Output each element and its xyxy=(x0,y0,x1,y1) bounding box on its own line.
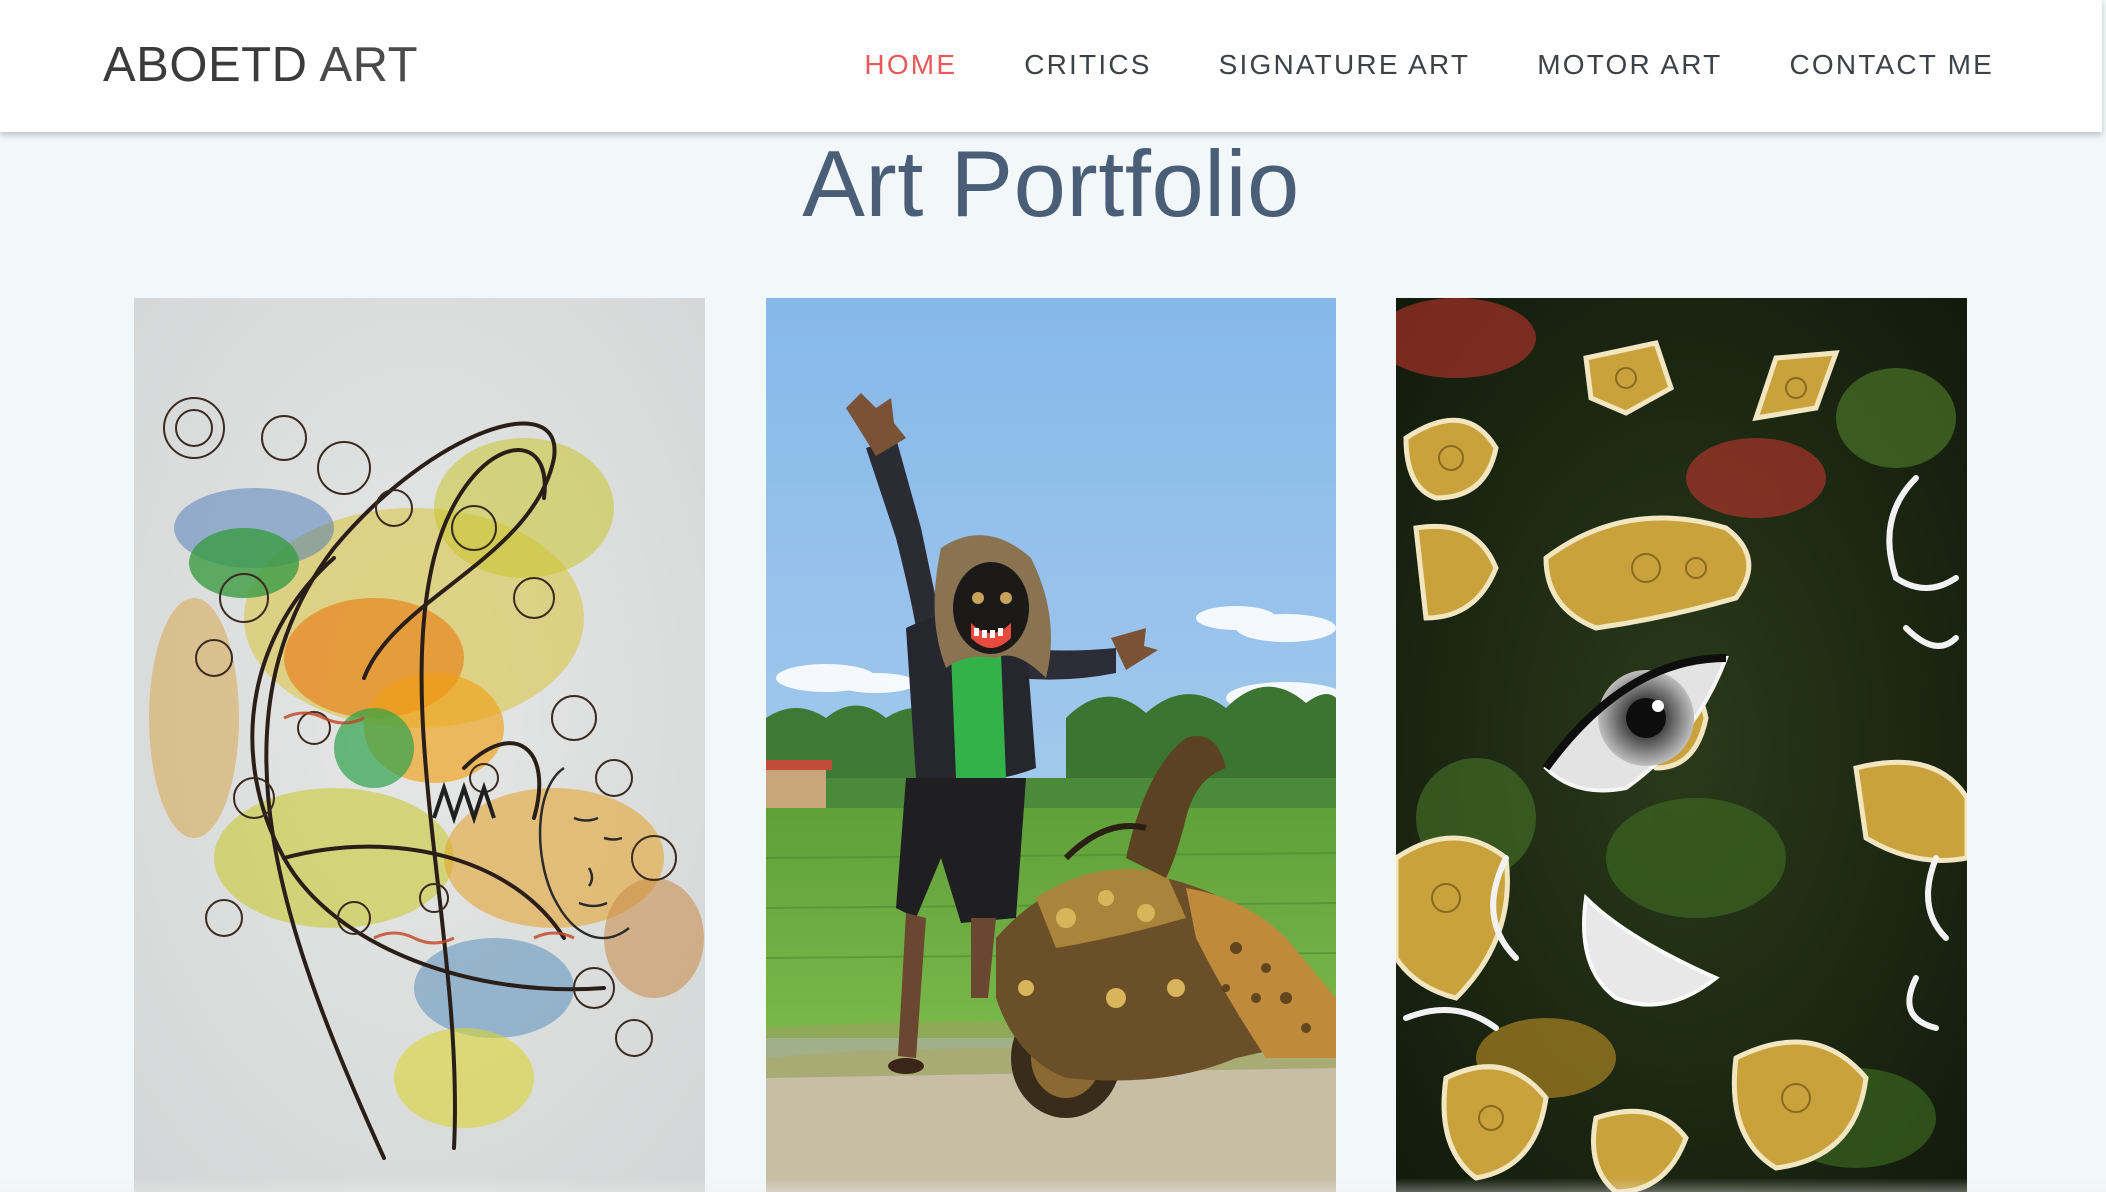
eye-painting-artwork xyxy=(1396,298,1967,1192)
nav-link-home[interactable]: HOME xyxy=(864,48,957,82)
nav-link-motor-art[interactable]: MOTOR ART xyxy=(1537,48,1722,82)
ink-drawing-artwork xyxy=(134,298,705,1192)
motor-art-photo xyxy=(766,298,1336,1192)
portfolio-image-ink-drawing[interactable] xyxy=(134,298,705,1192)
nav-item-critics: CRITICS xyxy=(1024,48,1151,82)
nav-link-critics[interactable]: CRITICS xyxy=(1024,48,1151,82)
portfolio-grid xyxy=(0,0,2106,1192)
brand-suffix: ART xyxy=(319,38,419,92)
nav-item-motor-art: MOTOR ART xyxy=(1537,48,1722,82)
nav-link-contact-me[interactable]: CONTACT ME xyxy=(1789,48,1994,82)
nav-item-contact-me: CONTACT ME xyxy=(1789,48,1994,82)
main-nav: HOME CRITICS SIGNATURE ART MOTOR ART CON… xyxy=(864,48,1994,82)
portfolio-image-motor-art[interactable] xyxy=(766,298,1336,1192)
nav-item-home: HOME xyxy=(864,48,957,82)
brand-name: ABOETD xyxy=(103,38,308,92)
brand-logo-link[interactable]: ABOETD ART xyxy=(103,37,418,93)
nav-item-signature-art: SIGNATURE ART xyxy=(1219,48,1471,82)
nav-link-signature-art[interactable]: SIGNATURE ART xyxy=(1219,48,1471,82)
portfolio-image-eye-painting[interactable] xyxy=(1396,298,1967,1192)
top-navbar: ABOETD ART HOME CRITICS SIGNATURE ART MOT… xyxy=(0,0,2102,132)
